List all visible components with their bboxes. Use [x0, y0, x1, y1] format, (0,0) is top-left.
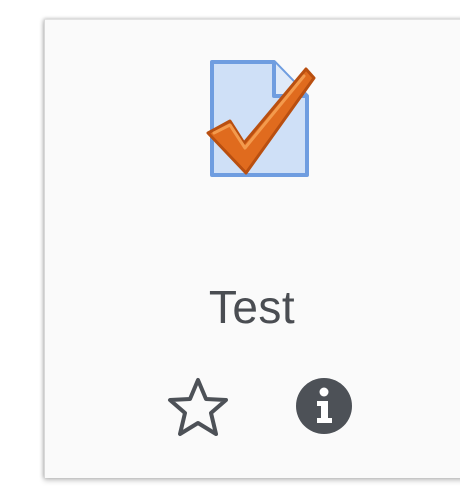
page: Test [0, 0, 460, 491]
star-icon[interactable] [166, 376, 230, 438]
info-icon[interactable] [295, 377, 353, 435]
quiz-document-checkmark-icon [202, 57, 318, 179]
activity-title[interactable]: Test [44, 280, 460, 334]
